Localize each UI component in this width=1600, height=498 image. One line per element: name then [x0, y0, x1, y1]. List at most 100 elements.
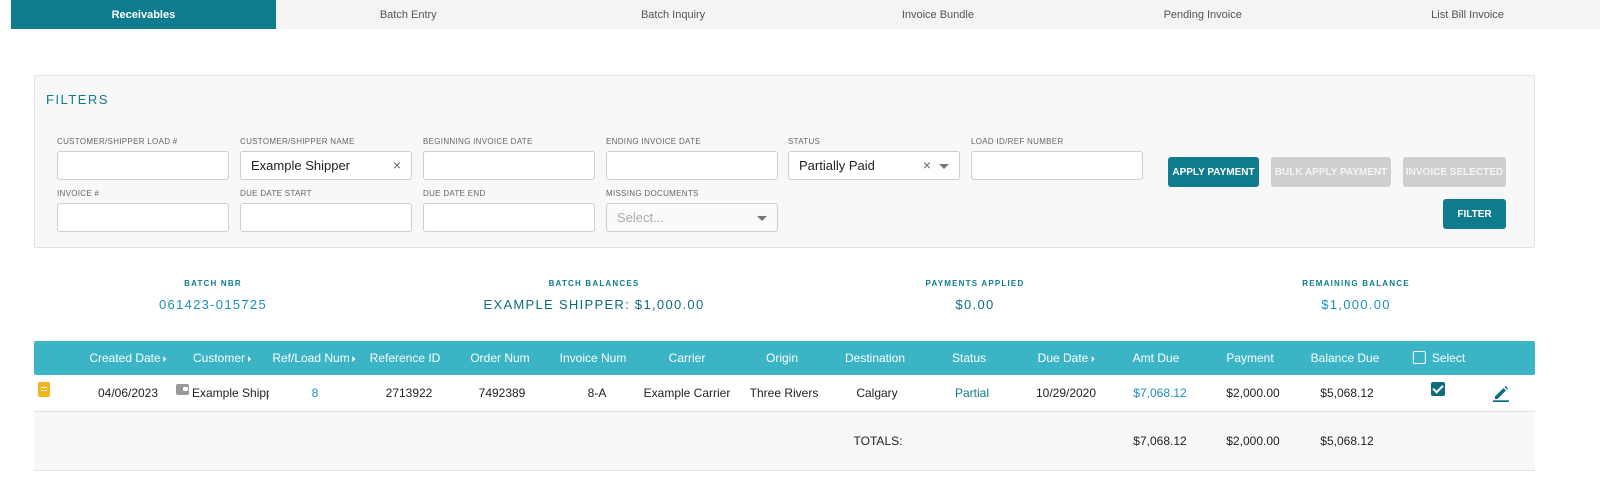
- cell-invoice-num: 8-A: [587, 386, 607, 400]
- missing-documents-placeholder: Select...: [617, 210, 664, 225]
- apply-payment-button[interactable]: APPLY PAYMENT: [1168, 157, 1259, 187]
- header-status: Status: [951, 351, 987, 365]
- customer-name-input[interactable]: Example Shipper ×: [240, 151, 412, 180]
- tab-batch-inquiry[interactable]: Batch Inquiry: [541, 0, 806, 29]
- cell-status[interactable]: Partial: [955, 375, 989, 412]
- missing-documents-field: MISSING DOCUMENTS Select...: [606, 189, 778, 232]
- header-due-date[interactable]: Due Date: [1038, 341, 1095, 375]
- customer-load-field: CUSTOMER/SHIPPER LOAD #: [57, 137, 229, 180]
- header-balance-due: Balance Due: [1310, 351, 1380, 365]
- missing-documents-select[interactable]: Select...: [606, 203, 778, 232]
- header-ref-load-label: Ref/Load Num: [272, 351, 350, 365]
- filter-button[interactable]: FILTER: [1443, 199, 1506, 229]
- clear-icon[interactable]: ×: [393, 157, 401, 173]
- missing-documents-label: MISSING DOCUMENTS: [606, 189, 699, 198]
- sort-icon[interactable]: [1091, 355, 1095, 362]
- invoice-label: INVOICE #: [57, 189, 100, 198]
- header-origin: Origin: [765, 351, 799, 365]
- cell-reference-id: 2713922: [385, 386, 433, 400]
- tab-batch-entry[interactable]: Batch Entry: [276, 0, 541, 29]
- totals-label: TOTALS:: [853, 434, 903, 448]
- customer-name-label: CUSTOMER/SHIPPER NAME: [240, 137, 355, 146]
- header-select-label: Select: [1431, 351, 1466, 365]
- wallet-icon: [176, 384, 189, 395]
- ending-invoice-date-field: ENDING INVOICE DATE: [606, 137, 778, 180]
- edit-icon[interactable]: [1492, 384, 1510, 402]
- invoice-field: INVOICE #: [57, 189, 229, 232]
- filters-title: FILTERS: [46, 92, 109, 107]
- batch-nbr-label: BATCH NBR: [184, 279, 242, 288]
- clear-icon[interactable]: ×: [923, 157, 931, 173]
- totals-row: TOTALS: $7,068.12 $2,000.00 $5,068.12: [34, 412, 1535, 471]
- header-ref-load[interactable]: Ref/Load Num: [272, 341, 356, 375]
- header-customer[interactable]: Customer: [192, 341, 252, 375]
- tab-invoice-bundle[interactable]: Invoice Bundle: [805, 0, 1070, 29]
- status-field: STATUS Partially Paid ×: [788, 137, 960, 180]
- document-icon[interactable]: [38, 382, 50, 397]
- load-ref-field: LOAD ID/REF NUMBER: [971, 137, 1143, 180]
- bulk-apply-payment-button[interactable]: BULK APPLY PAYMENT: [1271, 157, 1391, 187]
- invoice-selected-button[interactable]: INVOICE SELECTED: [1403, 157, 1506, 187]
- tab-receivables[interactable]: Receivables: [11, 0, 276, 29]
- header-customer-label: Customer: [192, 351, 246, 365]
- cell-destination: Calgary: [856, 386, 898, 400]
- ending-invoice-date-input[interactable]: [606, 151, 778, 180]
- ending-invoice-date-label: ENDING INVOICE DATE: [606, 137, 701, 146]
- cell-carrier: Example Carrier: [643, 386, 731, 400]
- load-ref-label: LOAD ID/REF NUMBER: [971, 137, 1064, 146]
- status-select[interactable]: Partially Paid ×: [788, 151, 960, 180]
- payments-applied-summary: PAYMENTS APPLIED $0.00: [855, 279, 1095, 312]
- header-select[interactable]: Select: [1412, 341, 1466, 375]
- remaining-balance-label: REMAINING BALANCE: [1302, 279, 1410, 288]
- cell-order-num: 7492389: [478, 386, 526, 400]
- load-ref-input[interactable]: [971, 151, 1143, 180]
- payments-applied-value: $0.00: [955, 297, 995, 312]
- sort-icon[interactable]: [163, 355, 167, 362]
- checkbox-checked-icon[interactable]: [1431, 382, 1445, 396]
- header-invoice-num: Invoice Num: [559, 351, 627, 365]
- customer-name-field: CUSTOMER/SHIPPER NAME Example Shipper ×: [240, 137, 412, 180]
- status-label: STATUS: [788, 137, 821, 146]
- due-date-end-label: DUE DATE END: [423, 189, 486, 198]
- header-created-date-label: Created Date: [89, 351, 161, 365]
- due-date-start-input[interactable]: [240, 203, 412, 232]
- customer-name-value: Example Shipper: [251, 158, 350, 173]
- status-value: Partially Paid: [799, 158, 875, 173]
- batch-nbr-value[interactable]: 061423-015725: [93, 297, 333, 312]
- cell-due-date: 10/29/2020: [1035, 386, 1097, 400]
- due-date-end-field: DUE DATE END: [423, 189, 595, 232]
- beginning-invoice-date-label: BEGINNING INVOICE DATE: [423, 137, 533, 146]
- due-date-end-input[interactable]: [423, 203, 595, 232]
- totals-payment: $2,000.00: [1226, 434, 1280, 448]
- batch-balances-label: BATCH BALANCES: [548, 279, 640, 288]
- invoice-input[interactable]: [57, 203, 229, 232]
- select-all-checkbox[interactable]: [1412, 351, 1426, 364]
- cell-amt-due[interactable]: $7,068.12: [1133, 375, 1186, 412]
- batch-nbr-summary: BATCH NBR 061423-015725: [93, 279, 333, 312]
- sort-icon[interactable]: [352, 355, 356, 362]
- due-date-start-label: DUE DATE START: [240, 189, 312, 198]
- due-date-start-field: DUE DATE START: [240, 189, 412, 232]
- header-payment: Payment: [1226, 351, 1274, 365]
- cell-balance-due: $5,068.12: [1320, 386, 1374, 400]
- batch-balances-summary: BATCH BALANCES EXAMPLE SHIPPER: $1,000.0…: [474, 279, 714, 312]
- header-reference-id: Reference ID: [369, 351, 441, 365]
- sort-icon[interactable]: [248, 355, 252, 362]
- cell-created-date: 04/06/2023: [97, 386, 159, 400]
- chevron-down-icon[interactable]: [757, 216, 767, 221]
- customer-load-label: CUSTOMER/SHIPPER LOAD #: [57, 137, 178, 146]
- tab-bar: Receivables Batch Entry Batch Inquiry In…: [11, 0, 1600, 29]
- cell-ref-load[interactable]: 8: [312, 375, 319, 412]
- header-created-date[interactable]: Created Date: [89, 341, 167, 375]
- tab-pending-invoice[interactable]: Pending Invoice: [1070, 0, 1335, 29]
- chevron-down-icon[interactable]: [939, 164, 949, 169]
- filters-panel: FILTERS CUSTOMER/SHIPPER LOAD # CUSTOMER…: [34, 75, 1535, 248]
- table-header: Created Date Customer Ref/Load Num Refer…: [34, 341, 1535, 375]
- tab-list-bill-invoice[interactable]: List Bill Invoice: [1335, 0, 1600, 29]
- cell-origin: Three Rivers: [749, 386, 819, 400]
- remaining-balance-summary: REMAINING BALANCE $1,000.00: [1236, 279, 1476, 312]
- beginning-invoice-date-input[interactable]: [423, 151, 595, 180]
- customer-load-input[interactable]: [57, 151, 229, 180]
- header-amt-due: Amt Due: [1132, 351, 1180, 365]
- cell-payment: $2,000.00: [1226, 386, 1280, 400]
